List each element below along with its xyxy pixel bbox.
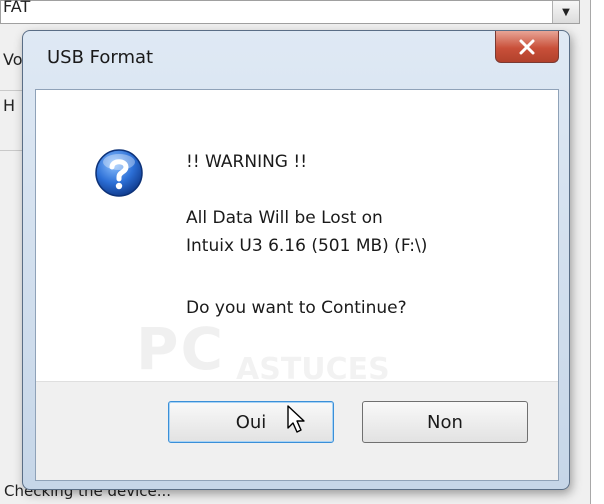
filesystem-value: FAT bbox=[3, 0, 31, 16]
warning-message-line2: Intuix U3 6.16 (501 MB) (F:\) bbox=[186, 236, 428, 256]
close-icon bbox=[519, 39, 535, 54]
warning-message-line1: All Data Will be Lost on bbox=[186, 208, 383, 228]
background-field-fragment: H bbox=[3, 96, 16, 115]
confirm-question: Do you want to Continue? bbox=[186, 298, 407, 318]
background-divider bbox=[0, 150, 22, 151]
yes-button[interactable]: Oui bbox=[168, 401, 334, 443]
background-divider bbox=[0, 90, 22, 91]
no-button[interactable]: Non bbox=[362, 401, 528, 443]
dialog-title: USB Format bbox=[47, 47, 154, 68]
dropdown-arrow-icon[interactable]: ▼ bbox=[552, 1, 579, 23]
warning-header: !! WARNING !! bbox=[186, 152, 308, 172]
watermark-logo: PC bbox=[136, 315, 226, 383]
close-button[interactable] bbox=[495, 31, 559, 63]
filesystem-combobox[interactable]: FAT ▼ bbox=[0, 0, 580, 24]
mouse-cursor-icon bbox=[287, 405, 305, 433]
help-question-icon bbox=[95, 149, 143, 197]
background-label-fragment: Vo bbox=[3, 50, 23, 69]
